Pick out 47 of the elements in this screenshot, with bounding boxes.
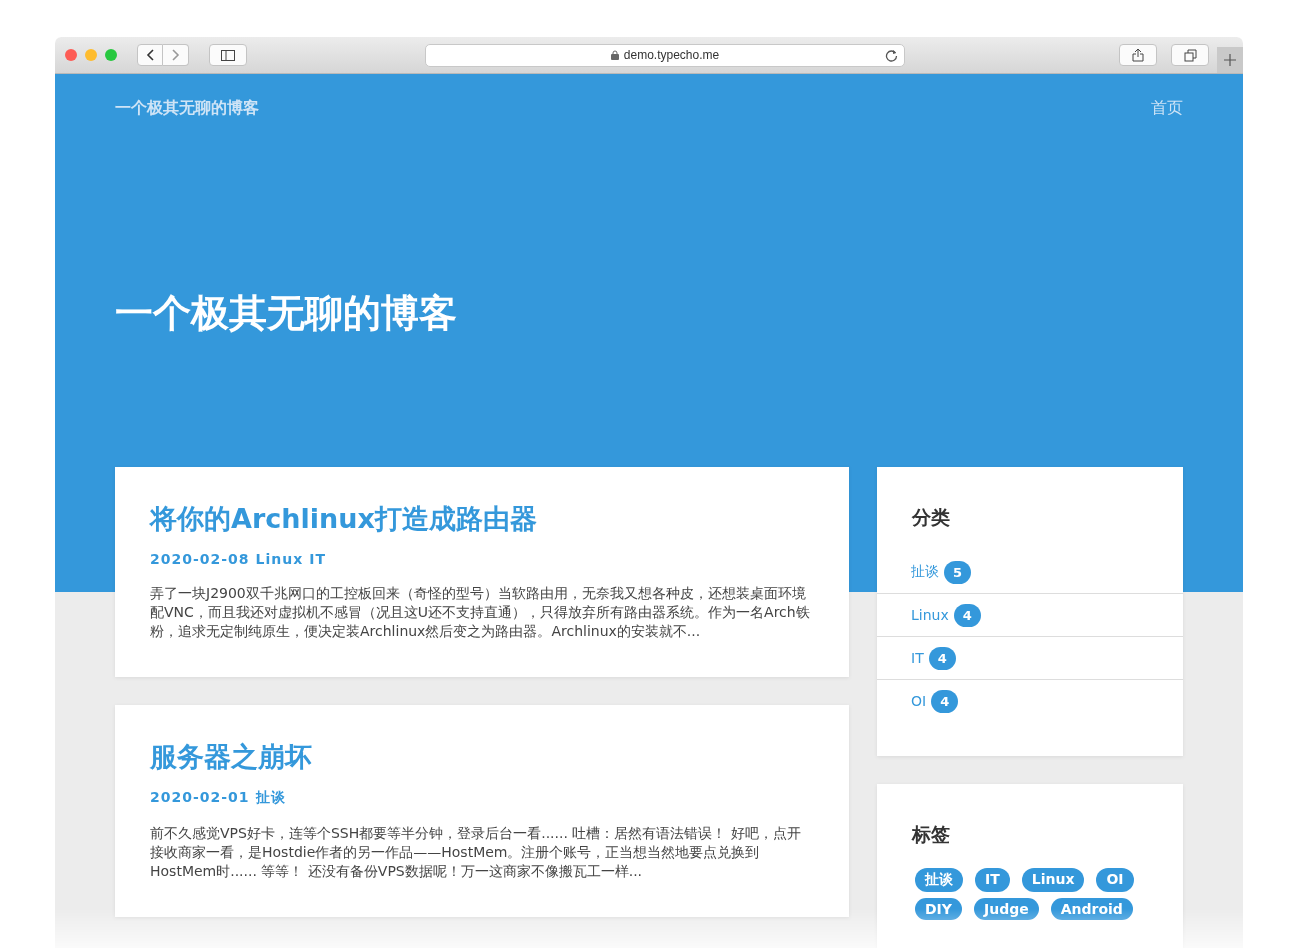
- nav-link[interactable]: 首页: [1151, 97, 1183, 119]
- tag-link[interactable]: OI: [1096, 868, 1134, 892]
- share-icon: [1132, 48, 1144, 62]
- category-link[interactable]: Linux: [911, 607, 949, 623]
- back-button[interactable]: [137, 44, 163, 66]
- section-title: 分类: [911, 505, 951, 530]
- forward-button[interactable]: [163, 44, 189, 66]
- section-title: 标签: [910, 822, 951, 847]
- post-title[interactable]: 服务器之崩坏: [150, 739, 814, 775]
- count-badge: 4: [928, 646, 956, 670]
- category-link[interactable]: Linux: [255, 551, 304, 567]
- tag-link[interactable]: DIY: [915, 898, 962, 920]
- new-tab-button[interactable]: [1217, 47, 1243, 73]
- minimize-window-button[interactable]: [85, 49, 97, 61]
- tabs-icon: [1183, 48, 1197, 62]
- post-title[interactable]: 将你的Archlinux打造成路由器: [150, 501, 814, 537]
- tag-link[interactable]: Linux: [1021, 868, 1085, 892]
- address-field[interactable]: demo.typecho.me: [425, 43, 905, 67]
- post-date: 2020-02-08: [150, 551, 250, 567]
- tag-link[interactable]: IT: [975, 868, 1010, 892]
- sidebar-button[interactable]: [209, 44, 247, 66]
- tag-link[interactable]: 扯谈: [915, 868, 963, 892]
- lock-icon: [610, 50, 619, 60]
- post-excerpt: 弄了一块J2900双千兆网口的工控板回来（奇怪的型号）当软路由用，无奈我又想各种皮，还想装桌面环境配VNC，而且我还对虚拟机不感冒（况且这U还不支持直通），只得放弃所有路由器系统。作为一名Arch铁粉，追求无定制纯原生，便决定装Archlinux然后变之为路由器。Archlinux的安装就不...: [150, 584, 811, 641]
- close-window-button[interactable]: [65, 49, 77, 61]
- category-link[interactable]: 扯谈: [255, 789, 286, 807]
- count-badge: 4: [931, 689, 959, 713]
- share-button[interactable]: [1119, 44, 1157, 66]
- tag-link[interactable]: Android: [1050, 898, 1133, 920]
- hero-title: 一个极其无聊的博客: [115, 290, 458, 337]
- category-link[interactable]: 扯谈: [911, 563, 939, 581]
- chevron-right-icon: [171, 49, 180, 61]
- chevron-left-icon: [146, 49, 154, 61]
- category-link[interactable]: IT: [309, 551, 326, 567]
- category-link[interactable]: OI: [911, 693, 927, 709]
- plus-icon: [1224, 54, 1236, 66]
- count-badge: 5: [944, 560, 972, 584]
- zoom-window-button[interactable]: [105, 49, 117, 61]
- site-logo[interactable]: 一个极其无聊的博客: [115, 97, 259, 119]
- count-badge: 4: [953, 603, 981, 627]
- reload-icon[interactable]: [885, 48, 898, 62]
- post-excerpt: 前不久感觉VPS好卡，连等个SSH都要等半分钟，登录后台一看...... 吐槽：居然有语法错误！ 好吧，点开接收商家一看，是Hostdie作者的另一作品——HostMem。注册个账号，正当想当然地要点兑换到HostMem时...... 等等！ 还没有备份VPS数据呢！万一这商家不像搬瓦工一样...: [150, 824, 802, 881]
- tag-link[interactable]: Judge: [973, 898, 1039, 920]
- tabs-button[interactable]: [1171, 44, 1209, 66]
- post-date: 2020-02-01: [150, 789, 250, 807]
- sidebar-icon: [221, 49, 235, 61]
- category-link[interactable]: IT: [911, 650, 924, 666]
